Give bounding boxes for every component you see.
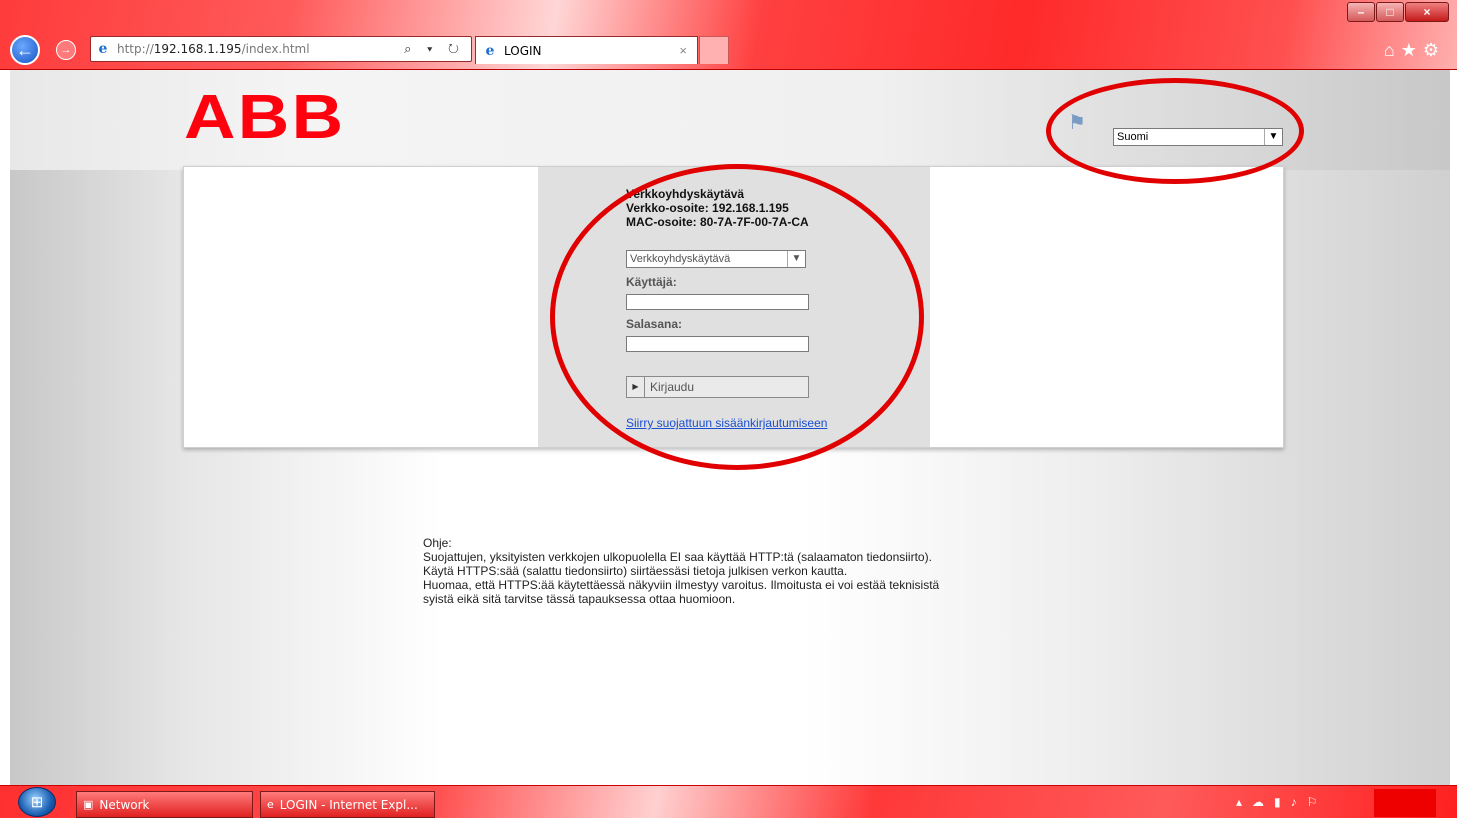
taskbar-item-network[interactable]: ▣ Network bbox=[76, 791, 253, 818]
tab-close-icon[interactable]: × bbox=[679, 43, 687, 58]
back-arrow-icon[interactable]: ← bbox=[10, 35, 40, 65]
help-text: Ohje: Suojattujen, yksityisten verkkojen… bbox=[423, 536, 939, 606]
system-tray: ▴☁▮♪⚐ bbox=[1236, 795, 1327, 809]
help-line: Käytä HTTPS:sää (salattu tiedonsiirto) s… bbox=[423, 564, 848, 578]
device-type-selected: Verkkoyhdyskäytävä bbox=[630, 253, 731, 265]
device-info: Verkkoyhdyskäytävä Verkko-osoite: 192.16… bbox=[626, 187, 809, 229]
search-refresh-icons[interactable]: ⌕ ▾ ↻ bbox=[404, 41, 465, 57]
ie-icon: e bbox=[485, 42, 495, 59]
taskbar-item-label: LOGIN - Internet Expl... bbox=[279, 797, 418, 812]
play-arrow-icon: ▶ bbox=[627, 377, 645, 397]
secure-login-link[interactable]: Siirry suojattuun sisäänkirjautumiseen bbox=[626, 416, 827, 430]
home-icon[interactable]: ⌂ bbox=[1384, 40, 1401, 60]
help-line: Suojattujen, yksityisten verkkojen ulkop… bbox=[423, 550, 932, 564]
taskbar-item-label: Network bbox=[99, 797, 150, 812]
device-mac: MAC-osoite: 80-7A-7F-00-7A-CA bbox=[626, 215, 809, 229]
help-heading: Ohje: bbox=[423, 536, 452, 550]
login-button-label: Kirjaudu bbox=[650, 380, 695, 394]
taskbar: ⊞ ▣ Network e LOGIN - Internet Expl... ▴… bbox=[0, 785, 1457, 818]
user-input[interactable] bbox=[626, 294, 809, 310]
login-button[interactable]: ▶ Kirjaudu bbox=[626, 376, 809, 398]
tray-flag-icon[interactable]: ⚐ bbox=[1307, 795, 1328, 809]
tray-network-icon[interactable]: ☁ bbox=[1252, 795, 1274, 809]
forward-arrow-icon[interactable]: → bbox=[56, 40, 76, 60]
login-panel: Verkkoyhdyskäytävä Verkko-osoite: 192.16… bbox=[183, 166, 1284, 448]
new-tab-button[interactable] bbox=[699, 36, 729, 64]
login-form: Verkkoyhdyskäytävä Verkko-osoite: 192.16… bbox=[538, 167, 930, 447]
device-ip: Verkko-osoite: 192.168.1.195 bbox=[626, 201, 789, 215]
tab-login[interactable]: e LOGIN × bbox=[475, 36, 698, 64]
tab-title: LOGIN bbox=[504, 43, 542, 58]
help-line: Huomaa, että HTTPS:ää käytettäessä näkyv… bbox=[423, 578, 940, 592]
help-line: syistä eikä sitä tarvitse tässä tapaukse… bbox=[423, 592, 736, 606]
toolbar-right-icons: ⌂★⚙ bbox=[1384, 40, 1445, 61]
maximize-button[interactable]: □ bbox=[1376, 2, 1404, 22]
user-label: Käyttäjä: bbox=[626, 275, 677, 289]
close-window-button[interactable]: × bbox=[1405, 2, 1449, 22]
password-input[interactable] bbox=[626, 336, 809, 352]
language-select[interactable]: Suomi ▼ bbox=[1113, 128, 1283, 146]
minimize-button[interactable]: – bbox=[1347, 2, 1375, 22]
window-controls: – □ × bbox=[1347, 2, 1449, 22]
ie-icon: e bbox=[267, 798, 274, 811]
network-icon: ▣ bbox=[83, 798, 94, 811]
device-title: Verkkoyhdyskäytävä bbox=[626, 187, 745, 201]
taskbar-item-ie[interactable]: e LOGIN - Internet Expl... bbox=[260, 791, 435, 818]
language-flag-icon: ⚑ bbox=[1068, 112, 1086, 134]
tray-volume-icon[interactable]: ♪ bbox=[1291, 795, 1307, 809]
tray-arrow-icon[interactable]: ▴ bbox=[1236, 795, 1252, 809]
settings-gear-icon[interactable]: ⚙ bbox=[1423, 40, 1445, 60]
url-text: http://192.168.1.195/index.html bbox=[117, 42, 310, 56]
browser-titlebar: – □ × ← → e http://192.168.1.195/index.h… bbox=[0, 0, 1457, 70]
address-bar[interactable]: e http://192.168.1.195/index.html ⌕ ▾ ↻ bbox=[90, 36, 472, 62]
chevron-down-icon: ▼ bbox=[787, 251, 805, 267]
device-type-select[interactable]: Verkkoyhdyskäytävä ▼ bbox=[626, 250, 806, 268]
abb-logo: ABB bbox=[184, 83, 346, 152]
password-label: Salasana: bbox=[626, 317, 683, 331]
show-desktop-button[interactable] bbox=[1374, 789, 1436, 817]
page-content: ABB ⚑ Suomi ▼ Verkkoyhdyskäytävä Verkko-… bbox=[10, 70, 1450, 785]
chevron-down-icon: ▼ bbox=[1264, 129, 1282, 145]
windows-start-icon[interactable]: ⊞ bbox=[18, 787, 56, 817]
favorites-star-icon[interactable]: ★ bbox=[1401, 40, 1423, 60]
tray-power-icon[interactable]: ▮ bbox=[1274, 795, 1291, 809]
language-selected: Suomi bbox=[1117, 131, 1149, 143]
ie-icon: e bbox=[98, 41, 108, 57]
